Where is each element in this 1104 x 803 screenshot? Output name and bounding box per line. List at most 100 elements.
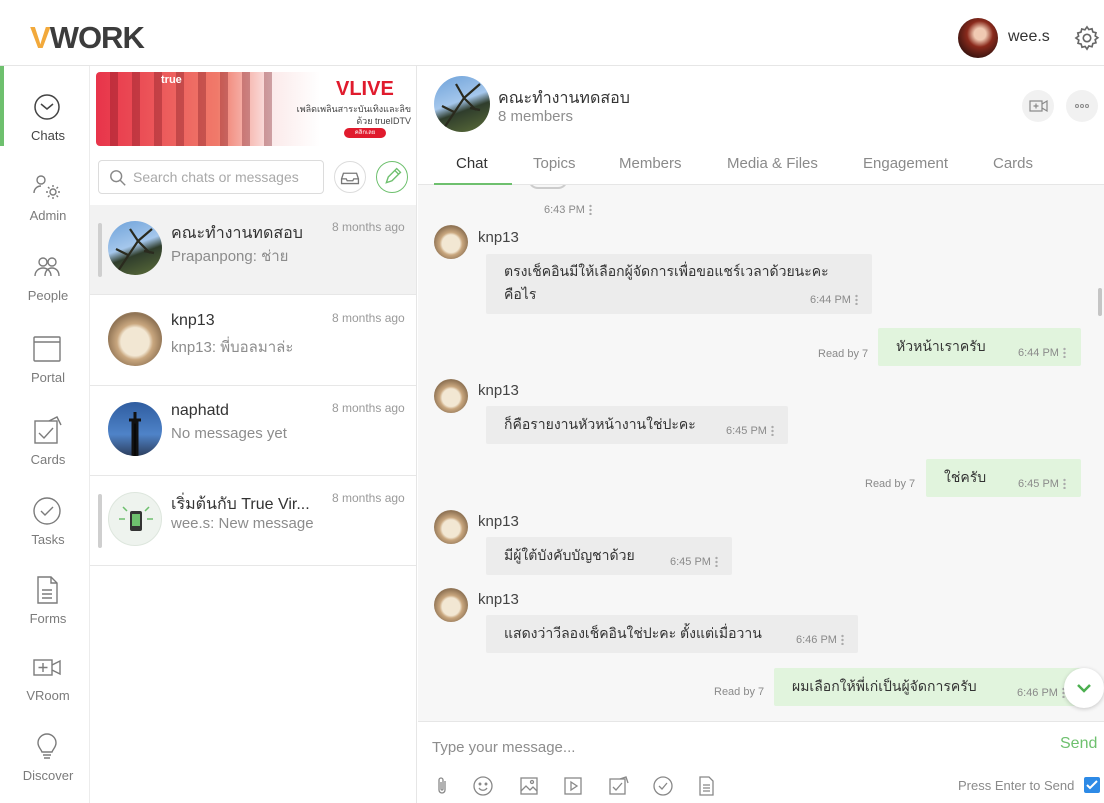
chat-avatar bbox=[108, 402, 162, 456]
nav-item-forms[interactable]: Forms bbox=[0, 561, 90, 631]
message-area[interactable]: 6:43 PM knp13 ตรงเช็คอินมีให้เลือกผู้จัด… bbox=[418, 185, 1104, 721]
message-text: มีผู้ใต้บังคับบัญชาด้วย bbox=[504, 547, 635, 563]
tower-image bbox=[129, 412, 141, 456]
message-text: ผมเลือกให้พี่เก่เป็นผู้จัดการครับ bbox=[792, 678, 977, 694]
tab-media-files[interactable]: Media & Files bbox=[727, 155, 818, 172]
document-icon bbox=[37, 576, 58, 604]
message-text: ใช่ครับ bbox=[944, 469, 987, 485]
group-avatar[interactable] bbox=[434, 76, 490, 132]
app-logo: VWORK bbox=[30, 20, 145, 55]
read-receipt[interactable]: Read by 7 bbox=[714, 686, 764, 698]
paperclip-icon[interactable] bbox=[432, 775, 454, 797]
message-input[interactable] bbox=[432, 733, 972, 761]
tree-branches-image bbox=[115, 228, 155, 272]
message-time: 6:46 PM bbox=[796, 629, 844, 651]
sender-avatar[interactable] bbox=[434, 588, 468, 622]
sender-avatar[interactable] bbox=[434, 225, 468, 259]
message-time: 6:45 PM bbox=[670, 551, 718, 573]
form-icon[interactable] bbox=[695, 775, 717, 797]
search-input[interactable] bbox=[133, 161, 319, 193]
partial-sticker bbox=[528, 185, 568, 189]
tab-engagement[interactable]: Engagement bbox=[863, 155, 948, 172]
chat-time: 8 months ago bbox=[332, 220, 405, 234]
nav-item-cards[interactable]: Cards bbox=[0, 402, 90, 472]
admin-gear-people-icon bbox=[33, 175, 60, 199]
message-bubble[interactable]: ตรงเช็คอินมีให้เลือกผู้จัดการเพื่อขอแชร์… bbox=[486, 254, 872, 314]
tab-topics[interactable]: Topics bbox=[533, 155, 576, 172]
video-call-button[interactable] bbox=[1022, 90, 1054, 122]
gear-icon[interactable] bbox=[1073, 24, 1101, 52]
nav-label: Chats bbox=[31, 128, 65, 143]
read-receipt[interactable]: Read by 7 bbox=[865, 478, 915, 490]
message-bubble[interactable]: ก็คือรายงานหัวหน้างานใช่ปะคะ 6:45 PM bbox=[486, 406, 788, 444]
member-count[interactable]: 8 members bbox=[498, 108, 573, 125]
emoji-icon[interactable] bbox=[472, 775, 494, 797]
message-text: หัวหน้าเราครับ bbox=[896, 338, 986, 354]
banner-button-label: คลิกเลย bbox=[354, 130, 376, 136]
window-icon bbox=[33, 336, 61, 362]
scrollbar-thumb[interactable] bbox=[1098, 288, 1102, 316]
image-icon[interactable] bbox=[518, 775, 540, 797]
more-dots-icon bbox=[1075, 104, 1089, 108]
nav-item-vroom[interactable]: VRoom bbox=[0, 638, 90, 708]
sender-avatar[interactable] bbox=[434, 510, 468, 544]
video-icon[interactable] bbox=[562, 775, 584, 797]
scroll-to-bottom-button[interactable] bbox=[1064, 668, 1104, 708]
nav-item-discover[interactable]: Discover bbox=[0, 718, 90, 788]
chat-list-item[interactable]: knp13 knp13: พี่บอลมาล่ะ 8 months ago bbox=[90, 296, 416, 386]
chat-list-item[interactable]: คณะทำงานทดสอบ Prapanpong: ช่าย 8 months … bbox=[90, 205, 416, 295]
message-time: 6:46 PM bbox=[1017, 682, 1065, 704]
tab-members[interactable]: Members bbox=[619, 155, 682, 172]
banner-text: ด้วย trueIDTV bbox=[356, 116, 411, 126]
nav-label: Cards bbox=[30, 452, 66, 467]
banner-brand: true bbox=[161, 74, 182, 86]
chat-avatar bbox=[108, 221, 162, 275]
nav-item-tasks[interactable]: Tasks bbox=[0, 482, 90, 552]
sender-avatar[interactable] bbox=[434, 379, 468, 413]
chat-list-item[interactable]: naphatd No messages yet 8 months ago bbox=[90, 386, 416, 476]
top-bar: VWORK wee.s bbox=[0, 0, 1104, 66]
send-button[interactable]: Send bbox=[1060, 735, 1097, 753]
message-bubble-mine[interactable]: ใช่ครับ 6:45 PM bbox=[926, 459, 1081, 497]
check-icon bbox=[1086, 780, 1098, 790]
sender-name: knp13 bbox=[478, 591, 519, 608]
chat-name: naphatd bbox=[171, 402, 229, 419]
inbox-button[interactable] bbox=[334, 161, 366, 193]
tab-chat[interactable]: Chat bbox=[456, 155, 488, 172]
chat-avatar bbox=[108, 492, 162, 546]
nav-label: Portal bbox=[31, 370, 65, 385]
nav-item-chats[interactable]: Chats bbox=[0, 78, 90, 148]
message-text: ตรงเช็คอินมีให้เลือกผู้จัดการเพื่อขอแชร์… bbox=[504, 263, 829, 279]
nav-item-admin[interactable]: Admin bbox=[0, 158, 90, 228]
selected-indicator bbox=[98, 223, 102, 277]
chat-name: เริ่มต้นกับ True Vir... bbox=[171, 496, 310, 513]
user-avatar[interactable] bbox=[958, 18, 998, 58]
message-bubble-mine[interactable]: ผมเลือกให้พี่เก่เป็นผู้จัดการครับ 6:46 P… bbox=[774, 668, 1082, 706]
video-plus-icon bbox=[33, 659, 61, 676]
message-bubble-mine[interactable]: หัวหน้าเราครับ 6:44 PM bbox=[878, 328, 1081, 366]
search-icon bbox=[110, 170, 126, 186]
card-icon[interactable] bbox=[607, 775, 629, 797]
chat-list-item[interactable]: เริ่มต้นกับ True Vir... wee.s: New messa… bbox=[90, 476, 416, 566]
chat-time: 8 months ago bbox=[332, 311, 405, 325]
message-bubble[interactable]: แสดงว่าวีลองเช็คอินใช่ปะคะ ตั้งแต่เมื่อว… bbox=[486, 615, 858, 653]
more-options-button[interactable] bbox=[1066, 90, 1098, 122]
message-time: 6:44 PM bbox=[810, 289, 858, 311]
compose-button[interactable] bbox=[376, 161, 408, 193]
chat-preview: knp13: พี่บอลมาล่ะ bbox=[171, 339, 294, 356]
message-text: ก็คือรายงานหัวหน้างานใช่ปะคะ bbox=[504, 416, 696, 432]
promo-banner[interactable]: true VLIVE เพลิดเพลินสาระบันเทิงและลิข ด… bbox=[96, 72, 416, 146]
read-receipt[interactable]: Read by 7 bbox=[818, 348, 868, 360]
nav-item-people[interactable]: People bbox=[0, 238, 90, 308]
message-time: 6:45 PM bbox=[726, 420, 774, 442]
tree-branches-image bbox=[441, 83, 481, 129]
tab-cards[interactable]: Cards bbox=[993, 155, 1033, 172]
video-plus-icon bbox=[1029, 99, 1048, 113]
sender-name: knp13 bbox=[478, 513, 519, 530]
message-bubble[interactable]: มีผู้ใต้บังคับบัญชาด้วย 6:45 PM bbox=[486, 537, 732, 575]
user-name[interactable]: wee.s bbox=[1008, 28, 1050, 46]
task-icon[interactable] bbox=[652, 775, 674, 797]
press-enter-checkbox[interactable] bbox=[1084, 777, 1100, 793]
banner-button[interactable]: คลิกเลย bbox=[344, 128, 386, 138]
nav-item-portal[interactable]: Portal bbox=[0, 320, 90, 390]
